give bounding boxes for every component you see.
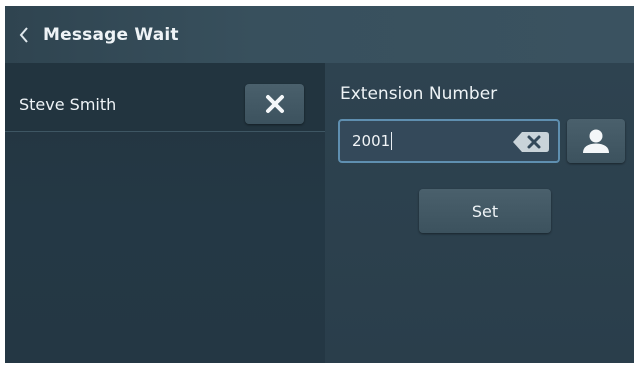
contacts-picker-button[interactable]: [567, 119, 625, 163]
page-title: Message Wait: [43, 24, 179, 45]
backspace-clear-icon: [513, 132, 549, 152]
remove-contact-button[interactable]: [245, 84, 304, 124]
extension-number-input[interactable]: 2001: [338, 119, 560, 163]
extension-panel: Extension Number 2001 Set: [325, 63, 634, 363]
text-caret: [391, 132, 393, 151]
set-button[interactable]: Set: [419, 189, 551, 233]
header-bar: Message Wait: [5, 6, 634, 63]
message-wait-screen: Message Wait Steve Smith Extension Numbe…: [5, 6, 634, 363]
extension-number-label: Extension Number: [340, 84, 498, 104]
chevron-left-icon: [19, 26, 28, 43]
extension-number-value: 2001: [352, 131, 391, 150]
contact-list: Steve Smith: [5, 63, 325, 363]
contact-name: Steve Smith: [19, 95, 117, 114]
close-x-icon: [265, 95, 284, 113]
clear-input-button[interactable]: [512, 131, 550, 153]
back-button[interactable]: [5, 6, 43, 63]
list-item[interactable]: Steve Smith: [5, 63, 325, 132]
person-icon: [583, 129, 609, 153]
